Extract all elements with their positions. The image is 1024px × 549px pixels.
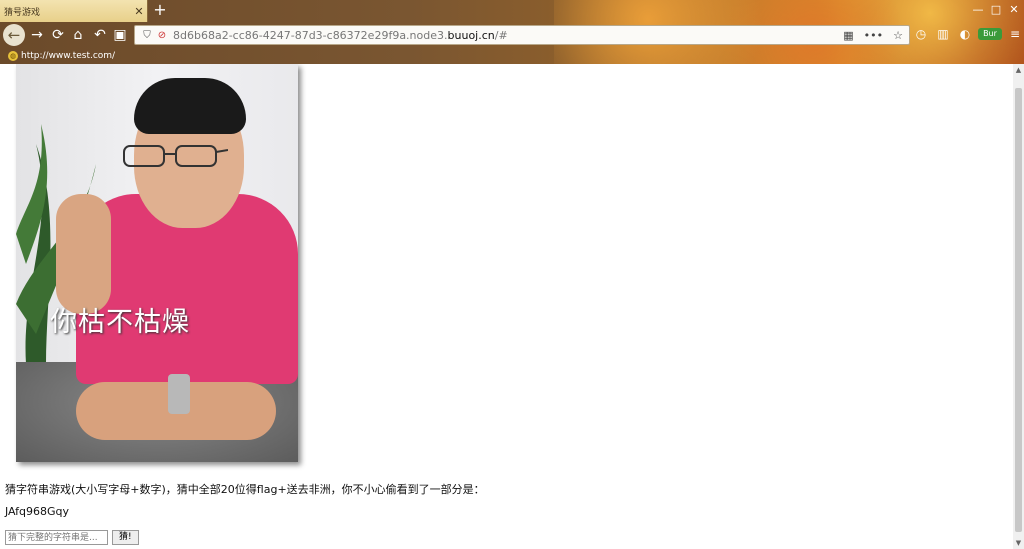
bookmark-label: http://www.test.com/ [21, 51, 116, 61]
navigation-bar: ← → ⟳ ⌂ ↶ ▣ ⛉ ⊘ 8d6b68a2-cc86-4247-87d3-… [0, 22, 1024, 48]
globe-icon: ◍ [8, 51, 18, 61]
reader-icon[interactable]: ▣ [110, 25, 130, 45]
new-tab-button[interactable]: + [151, 1, 169, 19]
close-window-button[interactable]: ✕ [1004, 3, 1024, 16]
reload-button[interactable]: ⟳ [48, 25, 68, 45]
bookmark-star-icon[interactable]: ☆ [893, 29, 903, 42]
close-tab-icon[interactable]: ✕ [131, 5, 147, 18]
guess-input[interactable] [5, 530, 108, 545]
active-tab[interactable]: 猜号游戏 ✕ [0, 0, 148, 22]
page-actions-icon[interactable]: ••• [864, 29, 883, 42]
page-content: 你枯不枯燥 猜字符串游戏(大小写字母+数字)，猜中全部20位得flag+送去非洲… [0, 64, 1013, 549]
vertical-scrollbar[interactable]: ▲ ▼ [1013, 64, 1024, 549]
forward-button[interactable]: → [27, 25, 47, 45]
maximize-button[interactable]: □ [986, 3, 1006, 16]
meme-image: 你枯不枯燥 [16, 64, 298, 462]
minimize-button[interactable]: — [968, 3, 988, 16]
burp-extension-badge[interactable]: Bur [978, 28, 1002, 40]
undo-close-icon[interactable]: ↶ [90, 25, 110, 45]
url-actions: ▦ ••• ☆ [843, 29, 909, 42]
guess-button[interactable]: 猜! [112, 530, 139, 545]
bookmark-item[interactable]: ◍ http://www.test.com/ [8, 51, 115, 61]
game-description: 猜字符串游戏(大小写字母+数字)，猜中全部20位得flag+送去非洲，你不小心偷… [5, 483, 485, 496]
scrollbar-thumb[interactable] [1015, 88, 1022, 532]
home-button[interactable]: ⌂ [68, 25, 88, 45]
toolbar-right: ◷ ▥ ◐ Bur ≡ [912, 25, 1024, 43]
shield-icon[interactable]: ⛉ [139, 30, 155, 41]
guess-form: 猜! [5, 530, 139, 545]
scroll-down-arrow-icon[interactable]: ▼ [1013, 537, 1024, 549]
insecure-lock-icon[interactable]: ⊘ [155, 30, 169, 41]
extension-icon[interactable]: ◐ [956, 25, 974, 43]
qr-code-icon[interactable]: ▦ [843, 29, 853, 42]
scroll-up-arrow-icon[interactable]: ▲ [1013, 64, 1024, 76]
back-button[interactable]: ← [3, 24, 25, 46]
tab-title: 猜号游戏 [4, 7, 41, 18]
image-caption: 你枯不枯燥 [50, 307, 190, 338]
history-icon[interactable]: ◷ [912, 25, 930, 43]
partial-string: JAfq968Gqy [5, 505, 70, 518]
browser-chrome: 猜号游戏 ✕ + — □ ✕ ← → ⟳ ⌂ ↶ ▣ ⛉ ⊘ 8d6b68a2-… [0, 0, 1024, 64]
bookmarks-bar: ◍ http://www.test.com/ [0, 48, 1024, 64]
sidebar-icon[interactable]: ▥ [934, 25, 952, 43]
address-bar[interactable]: ⛉ ⊘ 8d6b68a2-cc86-4247-87d3-c86372e29f9a… [134, 25, 910, 45]
url-text: 8d6b68a2-cc86-4247-87d3-c86372e29f9a.nod… [173, 28, 508, 42]
menu-icon[interactable]: ≡ [1006, 25, 1024, 43]
